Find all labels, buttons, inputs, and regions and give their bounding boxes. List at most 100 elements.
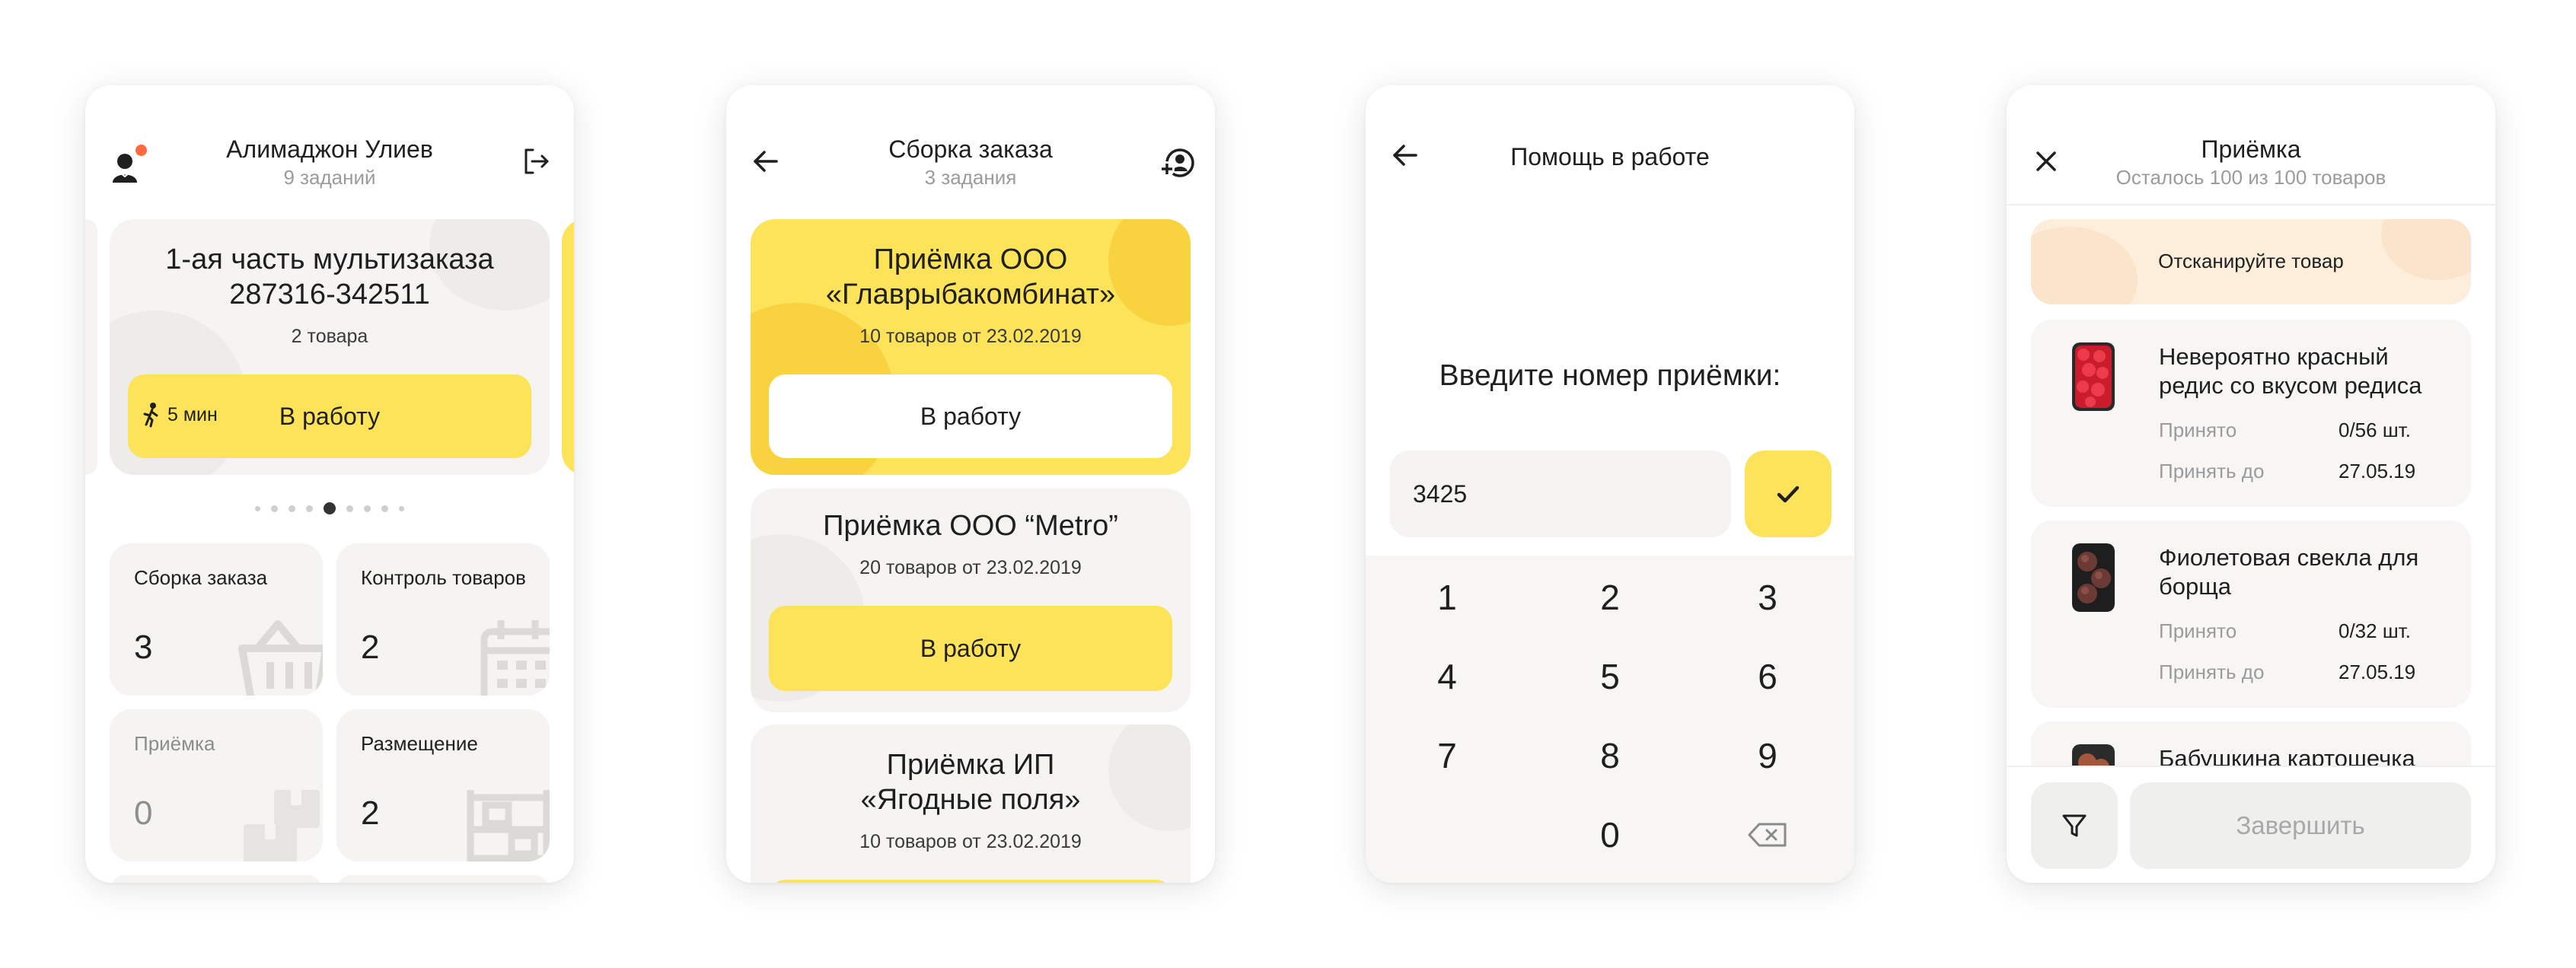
- numeric-keypad: 1 2 3 4 5 6 7 8 9 0: [1366, 556, 1854, 883]
- filter-icon: [2062, 814, 2087, 837]
- card-title-line1: 1-ая часть мультизаказа: [165, 244, 494, 275]
- key-9[interactable]: 9: [1714, 721, 1821, 790]
- pagination-dot[interactable]: [346, 505, 353, 512]
- order-subtitle: 10 товаров от 23.02.2019: [859, 831, 1082, 852]
- key-1[interactable]: 1: [1394, 563, 1500, 632]
- item-name: Фиолетовая свекла для борща: [2159, 544, 2419, 600]
- tile-count: 2: [361, 794, 380, 832]
- item-name: Невероятно красный редис со вкусом редис…: [2159, 343, 2422, 399]
- order-title-line1: Приёмка ООО: [873, 244, 1068, 275]
- tile-acceptance[interactable]: Приёмка 0: [110, 709, 323, 861]
- card-title-line2: 287316-342511: [229, 279, 430, 310]
- page-subtitle: 3 задания: [924, 166, 1017, 189]
- order-title-line2: «Главрыбакомбинат»: [825, 279, 1116, 310]
- item-card[interactable]: Невероятно красный редис со вкусом редис…: [2031, 320, 2471, 507]
- tile-count: 3: [134, 629, 153, 666]
- tile-count: 2: [361, 629, 380, 666]
- page-subtitle: Осталось 100 из 100 товаров: [2115, 166, 2386, 189]
- accepted-label: Принято: [2159, 619, 2237, 642]
- key-6[interactable]: 6: [1714, 642, 1821, 711]
- logout-icon[interactable]: [513, 139, 559, 184]
- key-7[interactable]: 7: [1394, 721, 1500, 790]
- start-work-button[interactable]: 5 мин В работу: [128, 374, 531, 458]
- radish-product-image: [2072, 342, 2115, 411]
- page-title: Сборка заказа: [888, 135, 1053, 163]
- tile-placement[interactable]: Размещение 2: [336, 709, 550, 861]
- tile-label: Приёмка: [134, 732, 215, 755]
- walking-person-icon: [143, 403, 158, 428]
- check-icon: [1777, 486, 1800, 503]
- tile-label: Контроль товаров: [361, 566, 526, 589]
- tile-partial[interactable]: [110, 875, 323, 883]
- number-prompt: Введите номер приёмки:: [1439, 359, 1781, 392]
- key-4[interactable]: 4: [1394, 642, 1500, 711]
- carousel-next-card[interactable]: [562, 219, 574, 475]
- pagination-dot[interactable]: [381, 505, 388, 512]
- filter-button[interactable]: [2031, 782, 2118, 869]
- user-name: Алимаджон Улиев: [226, 135, 433, 163]
- confirm-button[interactable]: [1745, 451, 1832, 537]
- pagination-dot[interactable]: [255, 505, 260, 511]
- deadline-label: Принять до: [2159, 661, 2265, 683]
- start-work-button[interactable]: В работу: [769, 374, 1172, 458]
- carousel-pagination[interactable]: [85, 502, 574, 514]
- start-work-button[interactable]: [769, 880, 1172, 883]
- key-0[interactable]: 0: [1557, 801, 1663, 869]
- basket-icon: [238, 620, 323, 696]
- tile-partial[interactable]: [336, 875, 550, 883]
- order-card[interactable]: Приёмка ООО “Metro” 20 товаров от 23.02.…: [751, 489, 1191, 712]
- key-2[interactable]: 2: [1557, 563, 1663, 632]
- finish-button[interactable]: Завершить: [2130, 782, 2471, 869]
- key-5[interactable]: 5: [1557, 642, 1663, 711]
- box-icon: [244, 790, 320, 861]
- order-subtitle: 20 товаров от 23.02.2019: [859, 557, 1082, 578]
- order-card[interactable]: Приёмка ИП «Ягодные поля» 10 товаров от …: [751, 724, 1191, 883]
- multiorder-card[interactable]: 1-ая часть мультизаказа 287316-342511 2 …: [110, 219, 550, 475]
- add-user-icon[interactable]: [1154, 139, 1200, 184]
- eta-text: 5 мин: [167, 403, 218, 425]
- beet-product-image: [2072, 543, 2115, 612]
- pagination-dot-active[interactable]: [324, 502, 336, 514]
- tile-goods-control[interactable]: Контроль товаров 2: [336, 543, 550, 696]
- accepted-value: 0/32 шт.: [2338, 619, 2411, 642]
- tile-label: Размещение: [361, 732, 478, 755]
- backspace-icon: [1748, 823, 1787, 847]
- pagination-dot[interactable]: [271, 505, 278, 512]
- accepted-label: Принято: [2159, 419, 2237, 441]
- deadline-label: Принять до: [2159, 460, 2265, 482]
- scan-hint: Отсканируйте товар: [2158, 250, 2344, 272]
- tasks-count: 9 заданий: [283, 166, 376, 189]
- item-card[interactable]: Фиолетовая свекла для борща Принято 0/32…: [2031, 521, 2471, 708]
- tile-count: 0: [134, 794, 153, 832]
- start-work-button[interactable]: В работу: [769, 606, 1172, 691]
- deadline-value: 27.05.19: [2338, 460, 2416, 482]
- pagination-dot[interactable]: [306, 505, 313, 512]
- calendar-icon: [480, 620, 550, 696]
- eta-badge: 5 мин: [142, 402, 218, 428]
- header-divider: [2007, 204, 2495, 205]
- order-title-line1: Приёмка ООО “Metro”: [823, 510, 1118, 542]
- order-card[interactable]: Приёмка ООО «Главрыбакомбинат» 10 товаро…: [751, 219, 1191, 475]
- pagination-dot[interactable]: [289, 505, 295, 512]
- carousel-prev-card[interactable]: [85, 219, 97, 475]
- receipt-number-input[interactable]: [1390, 451, 1731, 537]
- key-8[interactable]: 8: [1557, 721, 1663, 790]
- key-3[interactable]: 3: [1714, 563, 1821, 632]
- order-title-line1: Приёмка ИП: [886, 749, 1055, 781]
- page-title: Помощь в работе: [1510, 143, 1710, 170]
- tile-order-assembly[interactable]: Сборка заказа 3: [110, 543, 323, 696]
- shelves-icon: [467, 790, 550, 861]
- tile-label: Сборка заказа: [134, 566, 268, 589]
- pagination-dot[interactable]: [364, 505, 371, 512]
- order-title-line2: «Ягодные поля»: [860, 784, 1081, 816]
- order-subtitle: 10 товаров от 23.02.2019: [859, 326, 1082, 347]
- page-title: Приёмка: [2201, 135, 2301, 163]
- screen-order-assembly: Сборка заказа 3 задания Приёмка ООО «Гла…: [726, 85, 1215, 883]
- accepted-value: 0/56 шт.: [2338, 419, 2411, 441]
- scan-banner: Отсканируйте товар: [2031, 219, 2471, 304]
- start-work-label: В работу: [279, 402, 381, 430]
- bottom-divider: [2007, 766, 2495, 767]
- pagination-dot[interactable]: [399, 505, 404, 511]
- screen-enter-number: Помощь в работе Введите номер приёмки: 1…: [1366, 85, 1854, 883]
- backspace-key[interactable]: [1714, 801, 1821, 869]
